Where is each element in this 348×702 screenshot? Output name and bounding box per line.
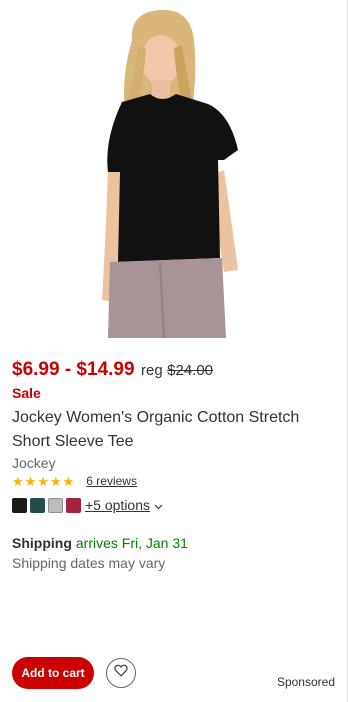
reg-label: reg [141, 362, 163, 379]
star-icon: ★ [37, 473, 49, 489]
color-swatches: +5 options [12, 495, 163, 515]
heart-icon [114, 664, 128, 682]
shipping-label: Shipping [12, 535, 72, 551]
chevron-down-icon [154, 497, 163, 513]
star-icon: ★ [62, 473, 75, 489]
star-icon: ★ [12, 473, 24, 489]
star-icon: ★ [49, 473, 62, 489]
more-options-link[interactable]: +5 options [85, 497, 163, 513]
rating-row[interactable]: ★ ★ ★ ★ ★ 6 reviews [12, 472, 137, 490]
sponsored-label: Sponsored [276, 675, 335, 689]
shipping-date: arrives Fri, Jan 31 [75, 535, 188, 551]
swatch-light-gray[interactable] [48, 497, 63, 513]
price-row: $6.99 - $14.99 reg $24.00 [12, 359, 213, 381]
swatch-dark-green[interactable] [30, 497, 45, 513]
reviews-link[interactable]: 6 reviews [86, 474, 137, 488]
star-icon: ★ [24, 473, 37, 489]
swatch-black[interactable] [12, 497, 27, 513]
product-image[interactable] [12, 0, 334, 338]
sale-label: Sale [12, 385, 41, 401]
shipping-note: Shipping dates may vary [12, 555, 166, 571]
options-label: +5 options [85, 497, 150, 513]
current-price: $6.99 - $14.99 [12, 359, 135, 380]
brand-name[interactable]: Jockey [12, 455, 56, 471]
swatch-cranberry[interactable] [66, 497, 81, 513]
original-price: $24.00 [167, 362, 214, 379]
favorite-button[interactable] [106, 658, 136, 688]
product-title[interactable]: Jockey Women's Organic Cotton Stretch Sh… [12, 406, 327, 454]
add-to-cart-button[interactable]: Add to cart [12, 657, 94, 689]
shipping-info: Shipping arrives Fri, Jan 31 [12, 535, 188, 551]
star-rating: ★ ★ ★ ★ ★ [12, 475, 74, 488]
